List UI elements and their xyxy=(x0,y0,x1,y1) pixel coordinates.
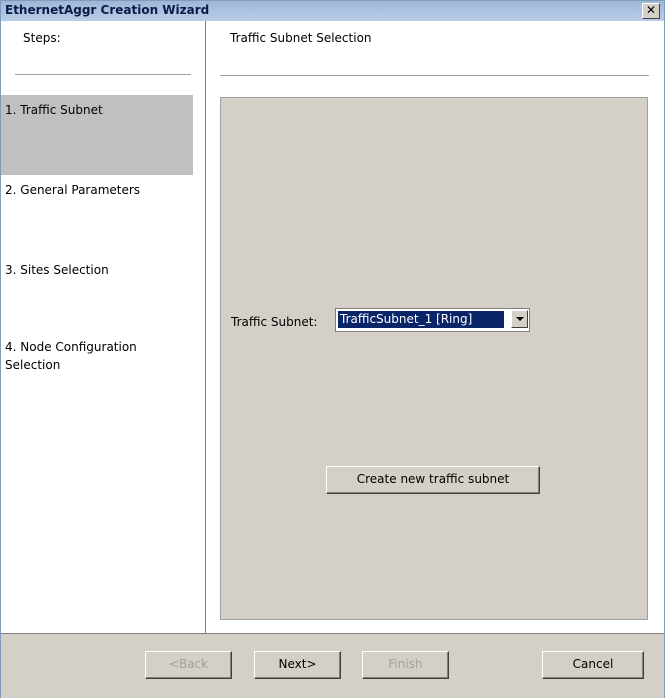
vertical-divider xyxy=(205,21,206,633)
content-panel xyxy=(220,97,648,620)
close-button[interactable]: ✕ xyxy=(642,3,660,19)
traffic-subnet-value[interactable]: TrafficSubnet_1 [Ring] xyxy=(338,311,504,328)
cancel-button[interactable]: Cancel xyxy=(542,651,644,679)
finish-button[interactable]: Finish xyxy=(362,651,449,679)
create-traffic-subnet-button[interactable]: Create new traffic subnet xyxy=(326,466,540,494)
steps-header: Steps: xyxy=(23,31,61,45)
traffic-subnet-combobox[interactable]: TrafficSubnet_1 [Ring] xyxy=(335,308,530,332)
next-button[interactable]: Next> xyxy=(254,651,341,679)
panel-divider xyxy=(220,75,649,76)
window-title: EthernetAggr Creation Wizard xyxy=(5,3,210,17)
footer-bar: <Back Next> Finish Cancel xyxy=(1,633,664,698)
back-button[interactable]: <Back xyxy=(145,651,232,679)
traffic-subnet-label: Traffic Subnet: xyxy=(231,315,318,329)
step-traffic-subnet: 1. Traffic Subnet xyxy=(1,95,193,175)
step-label: 1. Traffic Subnet xyxy=(5,103,103,117)
steps-divider xyxy=(15,74,191,75)
step-node-configuration: 4. Node Configuration Selection xyxy=(1,332,193,382)
chevron-down-icon[interactable] xyxy=(511,310,528,328)
step-label: 2. General Parameters xyxy=(5,183,141,197)
title-bar[interactable]: EthernetAggr Creation Wizard ✕ xyxy=(1,1,664,21)
panel-title: Traffic Subnet Selection xyxy=(230,31,372,45)
step-sites-selection: 3. Sites Selection xyxy=(1,255,193,295)
wizard-window: EthernetAggr Creation Wizard ✕ Steps: 1.… xyxy=(0,0,665,698)
step-label: 3. Sites Selection xyxy=(5,263,109,277)
step-label: 4. Node Configuration Selection xyxy=(5,340,137,372)
step-general-parameters: 2. General Parameters xyxy=(1,175,193,215)
